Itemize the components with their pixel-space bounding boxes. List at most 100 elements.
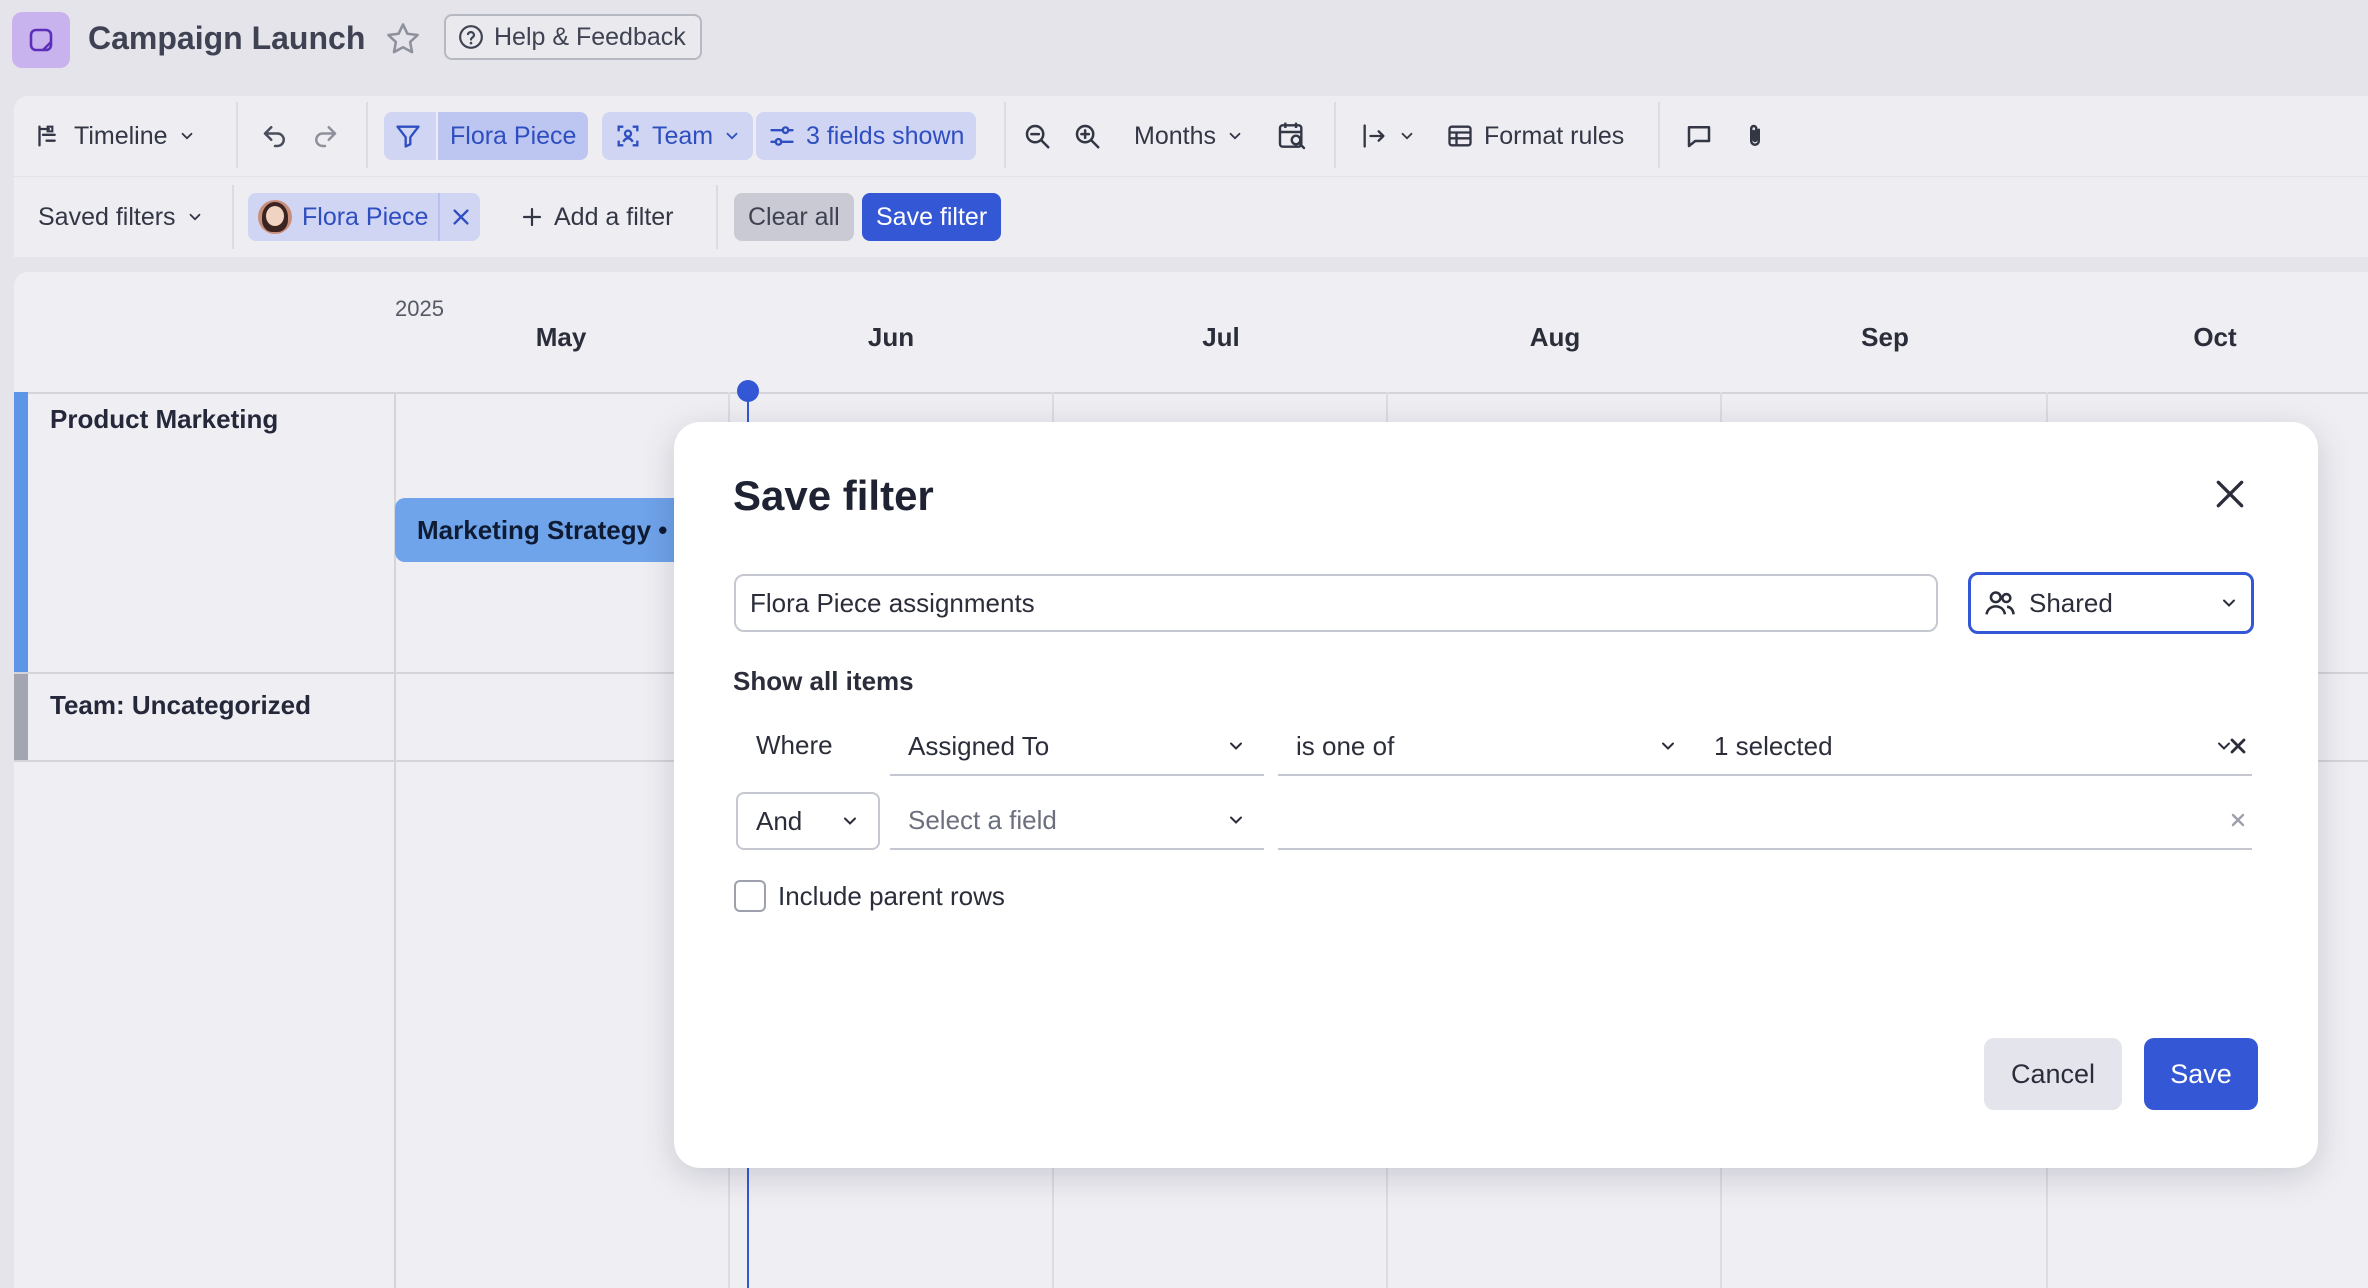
where-label: Where bbox=[756, 730, 833, 760]
calendar-search-icon bbox=[1276, 120, 1308, 152]
fields-shown-button[interactable]: 3 fields shown bbox=[756, 112, 977, 160]
timeline-icon bbox=[36, 122, 64, 150]
comment-icon bbox=[1684, 121, 1714, 151]
date-search-button[interactable] bbox=[1276, 112, 1308, 160]
filter-button[interactable] bbox=[384, 112, 436, 160]
month-header: Oct bbox=[2193, 322, 2237, 352]
filter-name-input[interactable] bbox=[734, 574, 1938, 632]
save-filter-label: Save filter bbox=[876, 202, 988, 231]
condition-field-label: Assigned To bbox=[908, 730, 1050, 761]
page-title: Campaign Launch bbox=[88, 20, 366, 56]
month-header: Jul bbox=[1202, 322, 1240, 352]
save-button[interactable]: Save bbox=[2144, 1038, 2258, 1110]
condition-value-select[interactable]: 1 selected bbox=[1696, 718, 2252, 776]
month-header: May bbox=[535, 322, 587, 352]
remove-condition-icon[interactable] bbox=[2226, 808, 2250, 832]
include-parent-label: Include parent rows bbox=[778, 880, 1005, 911]
group-by-button[interactable]: Team bbox=[602, 112, 754, 160]
add-filter-button[interactable]: Add a filter bbox=[520, 193, 674, 241]
filter-condition-row: Where Assigned To is one of 1 selected bbox=[734, 718, 2254, 776]
chevron-down-icon bbox=[723, 127, 741, 145]
avatar bbox=[258, 200, 292, 234]
condition-value-label: 1 selected bbox=[1714, 730, 1833, 761]
table-icon bbox=[1446, 122, 1474, 150]
align-dropdown[interactable] bbox=[1360, 112, 1416, 160]
condition-operator-select[interactable]: is one of bbox=[1278, 718, 1696, 776]
next-field-select[interactable]: Select a field bbox=[890, 792, 1264, 850]
undo-icon bbox=[260, 121, 290, 151]
next-value-select bbox=[1696, 792, 2252, 850]
clear-all-label: Clear all bbox=[748, 202, 840, 231]
app-icon[interactable] bbox=[12, 12, 70, 68]
format-rules-button[interactable]: Format rules bbox=[1446, 112, 1624, 160]
include-parent-rows[interactable]: Include parent rows bbox=[734, 880, 1005, 912]
redo-icon bbox=[310, 121, 340, 151]
chevron-down-icon bbox=[178, 127, 196, 145]
align-icon bbox=[1360, 122, 1388, 150]
redo-button[interactable] bbox=[310, 112, 340, 160]
sharing-select[interactable]: Shared bbox=[1968, 572, 2254, 634]
attachments-button[interactable] bbox=[1740, 112, 1770, 160]
chevron-down-icon bbox=[1226, 736, 1246, 756]
sharing-label: Shared bbox=[2029, 587, 2113, 618]
saved-filters-label: Saved filters bbox=[38, 202, 176, 231]
close-icon[interactable] bbox=[2210, 474, 2250, 514]
group-label[interactable]: Team: Uncategorized bbox=[50, 690, 311, 721]
chevron-down-icon bbox=[2219, 593, 2239, 613]
clear-all-button[interactable]: Clear all bbox=[734, 193, 854, 241]
favorite-star-icon[interactable] bbox=[384, 20, 422, 58]
sliders-icon bbox=[768, 122, 796, 150]
help-label: Help & Feedback bbox=[494, 22, 686, 51]
zoom-in-button[interactable] bbox=[1072, 112, 1102, 160]
dialog-title: Save filter bbox=[733, 472, 934, 519]
group-label: Team bbox=[652, 121, 714, 150]
chevron-down-icon bbox=[1398, 127, 1416, 145]
view-label: Timeline bbox=[74, 121, 168, 150]
remove-condition-icon[interactable] bbox=[2226, 734, 2250, 758]
save-filter-button[interactable]: Save filter bbox=[862, 193, 1002, 241]
zoom-out-icon bbox=[1022, 121, 1052, 151]
filter-icon bbox=[394, 122, 422, 150]
chevron-down-icon bbox=[1226, 810, 1246, 830]
comments-button[interactable] bbox=[1684, 112, 1714, 160]
help-feedback-button[interactable]: Help & Feedback bbox=[444, 14, 702, 60]
view-switcher[interactable]: Timeline bbox=[36, 112, 196, 160]
undo-button[interactable] bbox=[260, 112, 290, 160]
scale-label: Months bbox=[1134, 121, 1216, 150]
save-filter-dialog: Save filter Shared Show all items Where … bbox=[674, 422, 2318, 1168]
format-rules-label: Format rules bbox=[1484, 121, 1625, 150]
plus-icon bbox=[520, 205, 544, 229]
help-icon bbox=[458, 24, 484, 50]
remove-filter-icon[interactable] bbox=[450, 206, 472, 228]
users-icon bbox=[1983, 586, 2017, 620]
chevron-down-icon bbox=[1226, 127, 1244, 145]
scale-select[interactable]: Months bbox=[1134, 112, 1244, 160]
condition-field-select[interactable]: Assigned To bbox=[890, 718, 1264, 776]
cancel-button[interactable]: Cancel bbox=[1984, 1038, 2122, 1110]
today-marker[interactable] bbox=[737, 380, 759, 402]
fields-label: 3 fields shown bbox=[806, 121, 965, 150]
filter-person-label: Flora Piece bbox=[450, 121, 577, 150]
filter-person-button[interactable]: Flora Piece bbox=[438, 112, 589, 160]
zoom-out-button[interactable] bbox=[1022, 112, 1052, 160]
chevron-down-icon bbox=[1658, 736, 1678, 756]
next-operator-select bbox=[1278, 792, 1696, 850]
group-color-bar bbox=[14, 392, 28, 672]
paperclip-icon bbox=[1740, 121, 1770, 151]
add-filter-label: Add a filter bbox=[554, 202, 674, 231]
conjunction-select[interactable]: And bbox=[736, 792, 880, 850]
month-header: Sep bbox=[1861, 322, 1909, 352]
active-filter-chip[interactable]: Flora Piece bbox=[248, 193, 481, 241]
include-parent-checkbox[interactable] bbox=[734, 880, 766, 912]
group-icon bbox=[614, 122, 642, 150]
month-header: Aug bbox=[1529, 322, 1581, 352]
field-placeholder: Select a field bbox=[908, 804, 1057, 835]
chevron-down-icon bbox=[840, 811, 860, 831]
group-color-bar bbox=[14, 674, 28, 760]
active-filter-label: Flora Piece bbox=[302, 202, 429, 231]
saved-filters-dropdown[interactable]: Saved filters bbox=[38, 193, 204, 241]
month-header: Jun bbox=[867, 322, 915, 352]
filter-bar: Saved filters Flora Piece Add a filter C… bbox=[14, 176, 2368, 257]
show-all-label: Show all items bbox=[733, 666, 914, 696]
group-label[interactable]: Product Marketing bbox=[50, 404, 278, 435]
